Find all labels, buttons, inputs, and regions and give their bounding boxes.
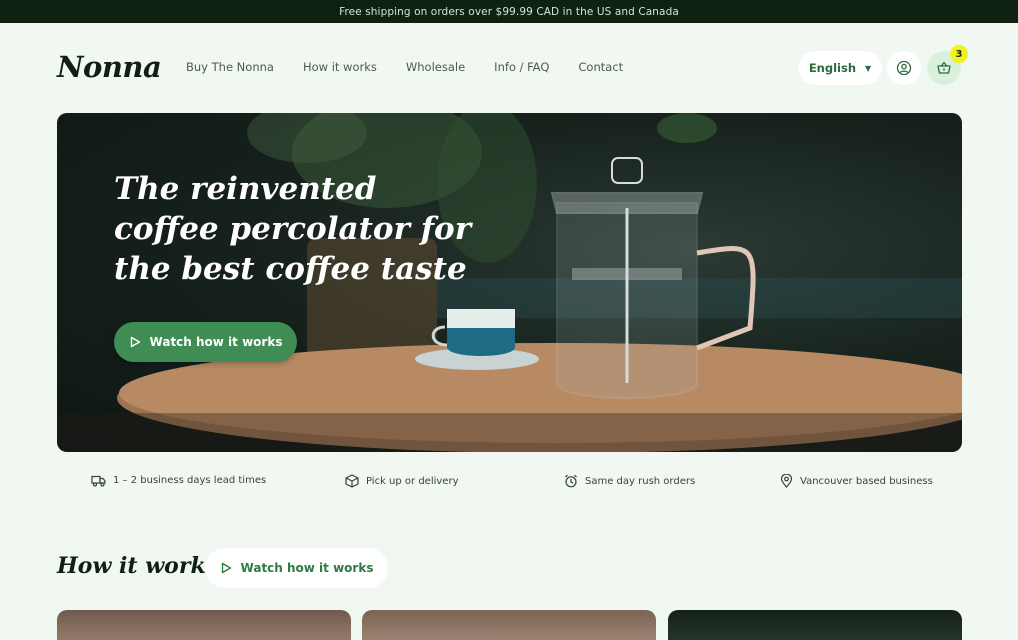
box-icon [345,474,359,488]
how-it-works-watch-button[interactable]: Watch how it works [205,548,388,588]
how-it-works-title: How it works [57,553,219,579]
feature-pickup-label: Pick up or delivery [366,475,459,487]
how-it-works-watch-label: Watch how it works [240,561,374,575]
feature-lead-time-label: 1 – 2 business days lead times [113,475,267,486]
brand-logo[interactable]: Nonna [57,50,162,84]
main-nav: Buy The Nonna How it works Wholesale Inf… [186,60,652,74]
announcement-bar: Free shipping on orders over $99.99 CAD … [0,0,1018,23]
feature-strip: 1 – 2 business days lead times Pick up o… [0,474,1018,494]
play-icon [221,562,231,574]
language-label: English [808,61,857,75]
hero-title: The reinvented coffee percolator for the… [114,171,472,287]
play-icon [130,336,140,348]
caret-down-icon: ▼ [865,63,872,73]
feature-location: Vancouver based business [780,474,933,488]
cart-count-badge: 3 [950,45,968,63]
nav-item-contact[interactable]: Contact [578,60,623,74]
step-card-image[interactable] [57,610,351,640]
nav-item-info-faq[interactable]: Info / FAQ [494,60,549,74]
nav-item-how-it-works[interactable]: How it works [303,60,377,74]
step-card-image[interactable] [362,610,656,640]
nav-item-buy[interactable]: Buy The Nonna [186,60,274,74]
feature-pickup: Pick up or delivery [345,474,459,488]
step-card-image[interactable] [668,610,962,640]
feature-rush: Same day rush orders [564,474,695,488]
language-selector[interactable]: English ▼ [798,51,882,85]
announcement-text: Free shipping on orders over $99.99 CAD … [339,5,679,18]
nav-item-wholesale[interactable]: Wholesale [406,60,465,74]
hero-watch-label: Watch how it works [149,335,283,349]
alarm-clock-icon [565,474,577,488]
site-header: Nonna Buy The Nonna How it works Wholesa… [0,23,1018,113]
truck-icon [91,475,106,487]
hero-banner: The reinvented coffee percolator for the… [57,113,962,452]
map-pin-icon [780,474,793,488]
basket-icon [937,61,951,74]
user-circle-icon [896,60,912,76]
feature-lead-time: 1 – 2 business days lead times [91,474,266,487]
hero-watch-button[interactable]: Watch how it works [114,322,297,362]
feature-rush-label: Same day rush orders [585,475,696,487]
account-button[interactable] [887,51,921,85]
feature-location-label: Vancouver based business [800,475,933,487]
